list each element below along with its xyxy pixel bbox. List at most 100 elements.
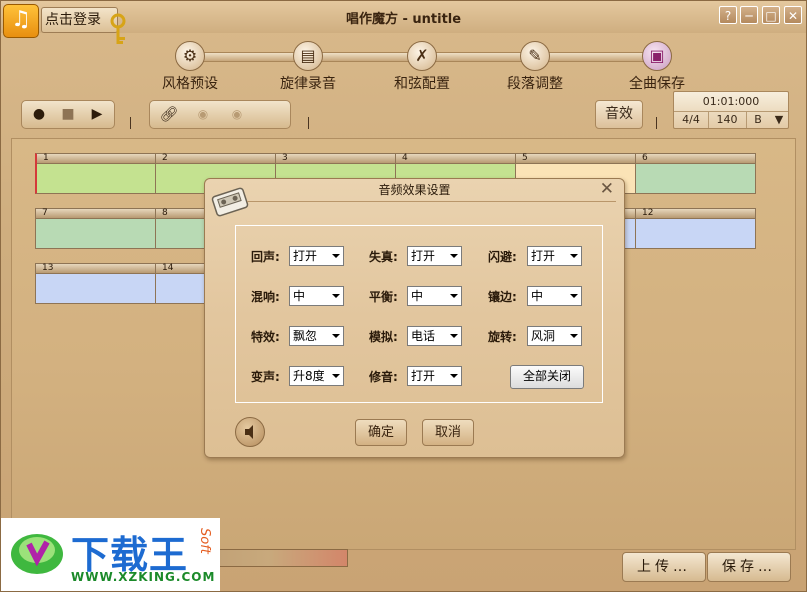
b-pin-icon[interactable]: ◉ [186,101,220,128]
step-label: 全曲保存 [629,76,685,92]
step-section-adjust[interactable]: ✎ 段落调整 [485,41,585,93]
segment-body [36,274,155,303]
segment-body [636,219,755,248]
ok-button[interactable]: 确定 [355,419,407,446]
chevron-down-icon [450,374,458,378]
step-melody-record[interactable]: ▤ 旋律录音 [258,41,358,93]
watermark-soft: Soft [197,528,212,554]
close-icon[interactable]: ✕ [600,179,614,199]
segment-block[interactable]: 7 [35,208,156,249]
save-disk-icon: ▣ [642,41,672,71]
segment-block[interactable]: 1 [35,153,156,194]
echo-select[interactable]: 打开 [289,246,344,266]
watermark-url: WWW.XZKING.COM [71,570,216,584]
step-save-song[interactable]: ▣ 全曲保存 [607,41,707,93]
step-style-preset[interactable]: ⚙ 风格预设 [140,41,240,93]
reverb-select[interactable]: 中 [289,286,344,306]
echo-label: 回声: [251,250,280,264]
help-button[interactable]: ? [719,6,737,24]
music-note-icon: ♫ [3,4,39,38]
select-value: 电话 [411,329,436,343]
select-value: 中 [411,289,424,303]
key-dropdown-arrow[interactable]: ▼ [770,111,788,128]
maximize-button[interactable]: □ [762,6,780,24]
distortion-label: 失真: [369,250,398,264]
select-value: 中 [293,289,306,303]
close-button[interactable]: ✕ [784,6,802,24]
close-all-button[interactable]: 全部关闭 [510,365,584,389]
folder-chart-icon: ▤ [293,41,323,71]
flanger-select[interactable]: 中 [527,286,582,306]
time-readout: 01:01:000 [702,95,760,108]
chevron-down-icon [332,374,340,378]
chevron-down-icon [570,334,578,338]
key-readout[interactable]: B [746,111,770,128]
select-value: 打开 [411,249,436,263]
segment-block[interactable]: 13 [35,263,156,304]
meter-readout[interactable]: 4/4 [674,111,709,128]
edit-icon: ✎ [520,41,550,71]
voice-change-select[interactable]: 升8度 [289,366,344,386]
tempo-readout[interactable]: 140 [708,111,747,128]
pitch-correct-select[interactable]: 打开 [407,366,462,386]
speaker-icon[interactable] [235,417,265,447]
segment-number: 12 [636,209,755,219]
special-effect-select[interactable]: 飘忽 [289,326,344,346]
key-icon [110,13,126,44]
link-icon[interactable]: 🔗︎ [152,101,186,128]
app-window: 唱作魔方 - untitle ♫ 点击登录 ? ─ □ ✕ ⚙ 风格预设 ▤ 旋… [0,0,807,592]
transport-group: ● ■ ▶ [21,100,115,129]
segment-block[interactable]: 6 [635,153,756,194]
song-info-panel: 01:01:000 4/4 140 B ▼ [673,91,789,129]
chevron-down-icon [450,254,458,258]
distortion-select[interactable]: 打开 [407,246,462,266]
chevron-down-icon [450,294,458,298]
dialog-title: 音频效果设置 [378,183,451,197]
select-value: 中 [531,289,544,303]
segment-number: 7 [36,209,155,219]
xzking-logo-icon [11,534,63,574]
segment-number: 13 [36,264,155,274]
play-icon[interactable]: ▶ [82,101,112,128]
link-group: 🔗︎ ◉ ◉ [149,100,291,129]
step-chord-config[interactable]: ✗ 和弦配置 [372,41,472,93]
balance-select[interactable]: 中 [407,286,462,306]
record-icon[interactable]: ● [24,101,54,128]
select-value: 打开 [531,249,556,263]
divider [308,117,309,129]
segment-body [36,219,155,248]
step-label: 段落调整 [507,76,563,92]
segment-number: 5 [516,154,635,164]
select-value: 风洞 [531,329,556,343]
segment-body [636,164,755,193]
simulation-label: 模拟: [369,330,398,344]
select-value: 打开 [411,369,436,383]
divider [130,117,131,129]
segment-block[interactable]: 12 [635,208,756,249]
divider [656,117,657,129]
segment-number: 3 [276,154,395,164]
divider [247,201,616,202]
chevron-down-icon [570,294,578,298]
tools-icon: ✗ [407,41,437,71]
cancel-button[interactable]: 取消 [422,419,474,446]
segment-number: 2 [156,154,275,164]
special-effect-label: 特效: [251,330,280,344]
minimize-button[interactable]: ─ [740,6,758,24]
audio-effect-button[interactable]: 音效 [595,100,643,129]
audio-effect-dialog: 音频效果设置 ✕ 回声: 打开 失真: 打开 闪避: 打开 混响: 中 平衡: … [204,178,625,458]
simulation-select[interactable]: 电话 [407,326,462,346]
segment-number: 1 [37,154,155,164]
flanger-label: 镶边: [488,290,517,304]
upload-button[interactable]: 上传… [622,552,706,582]
rotation-select[interactable]: 风洞 [527,326,582,346]
e-pin-icon[interactable]: ◉ [220,101,254,128]
save-button[interactable]: 保存… [707,552,791,582]
step-label: 风格预设 [162,76,218,92]
ducking-select[interactable]: 打开 [527,246,582,266]
segment-number: 6 [636,154,755,164]
speaker-glyph [245,425,253,439]
stop-icon[interactable]: ■ [53,101,83,128]
segment-body [37,164,155,193]
chevron-down-icon [332,254,340,258]
